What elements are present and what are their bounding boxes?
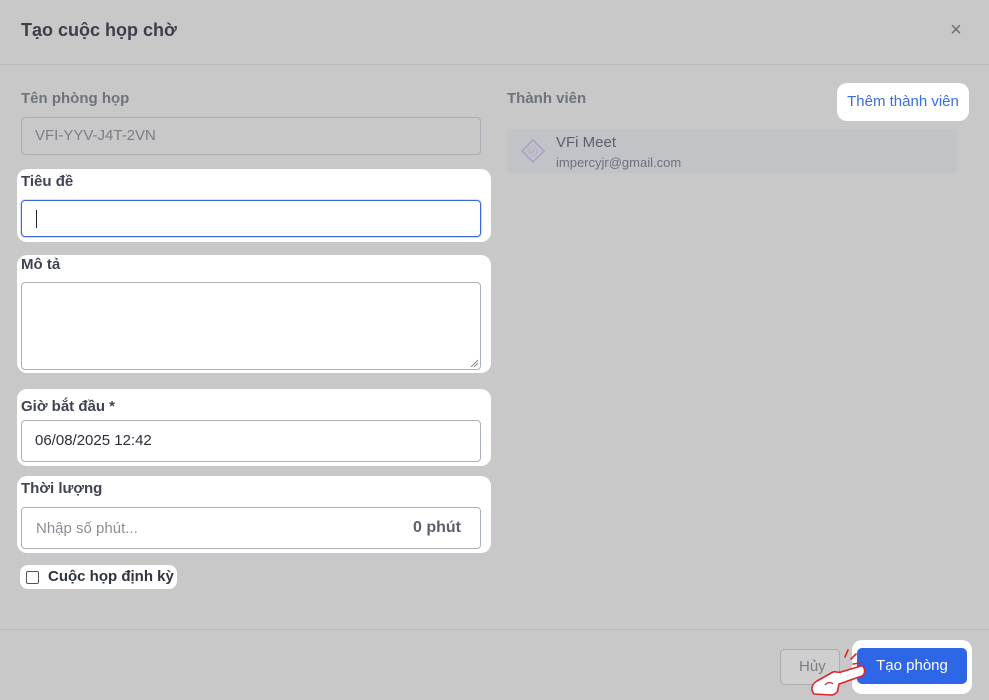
- start-time-input[interactable]: 06/08/2025 12:42: [21, 420, 481, 462]
- add-member-button[interactable]: Thêm thành viên: [837, 83, 969, 121]
- room-name-label: Tên phòng họp: [21, 90, 130, 107]
- dialog-header: Tạo cuộc họp chờ ×: [0, 0, 989, 65]
- member-name: VFi Meet: [556, 134, 617, 151]
- pointing-hand-icon: [811, 649, 865, 696]
- dialog-title: Tạo cuộc họp chờ: [21, 20, 177, 40]
- members-label: Thành viên: [507, 90, 587, 107]
- text-cursor: [36, 210, 37, 228]
- recurring-checkbox[interactable]: [26, 571, 39, 584]
- member-item: VFi VFi Meet impercyjr@gmail.com: [507, 129, 957, 173]
- duration-input[interactable]: Nhập số phút... 0 phút: [21, 507, 481, 549]
- recurring-label: Cuộc họp định kỳ: [48, 568, 174, 585]
- description-textarea[interactable]: [21, 282, 481, 370]
- create-room-button[interactable]: Tạo phòng: [857, 648, 967, 684]
- duration-label: Thời lượng: [21, 480, 103, 497]
- recurring-option[interactable]: Cuộc họp định kỳ: [20, 565, 177, 589]
- title-label: Tiêu đề: [21, 173, 74, 190]
- start-time-label: Giờ bắt đầu *: [21, 398, 116, 415]
- svg-text:VFi: VFi: [529, 149, 538, 156]
- member-email: impercyjr@gmail.com: [556, 155, 682, 170]
- duration-placeholder: Nhập số phút...: [36, 520, 138, 537]
- description-label: Mô tả: [21, 256, 61, 273]
- room-name-field: VFI-YYV-J4T-2VN: [21, 117, 481, 155]
- close-icon[interactable]: ×: [946, 18, 966, 42]
- footer-divider: [0, 629, 989, 630]
- title-input[interactable]: [21, 200, 481, 237]
- resize-handle-icon[interactable]: [470, 359, 478, 367]
- duration-suffix: 0 phút: [413, 519, 461, 536]
- vfi-logo-icon: VFi: [521, 139, 545, 163]
